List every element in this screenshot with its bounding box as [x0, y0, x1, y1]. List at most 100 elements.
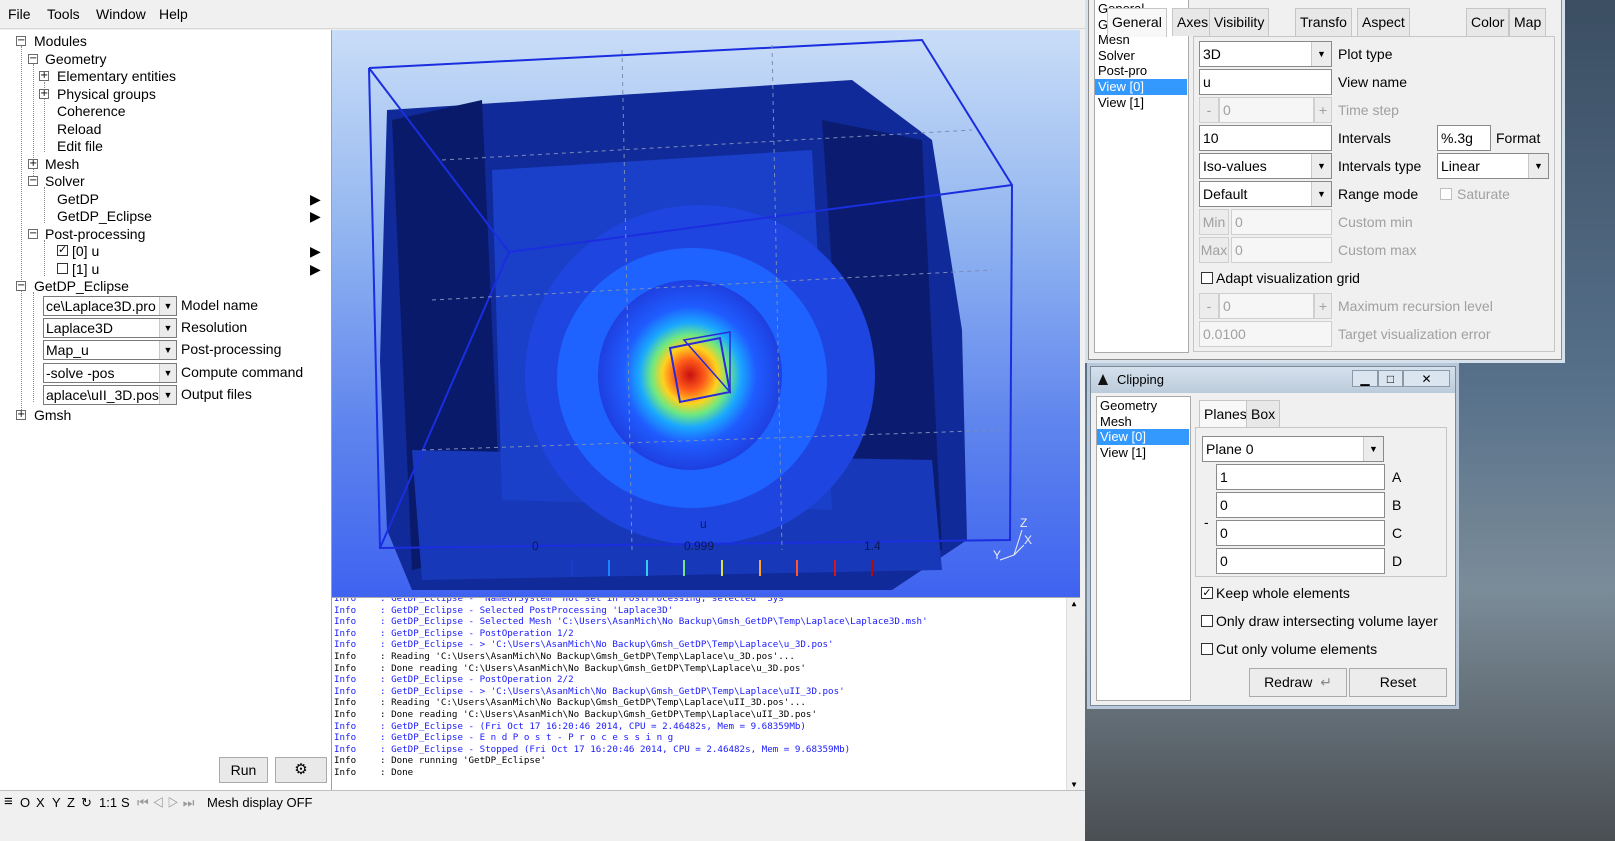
keep-whole-checkbox[interactable]: ✓ — [1201, 587, 1213, 599]
tree-edit-file[interactable]: Edit file — [57, 137, 103, 155]
recursion-increment-button[interactable]: + — [1314, 293, 1332, 319]
clipping-category-item[interactable]: View [1] — [1097, 445, 1189, 461]
model-name-select[interactable]: ce\Laplace3D.pro ▼ — [43, 296, 177, 316]
menu-file[interactable]: File — [8, 6, 31, 22]
only-intersecting-checkbox[interactable] — [1201, 615, 1213, 627]
expand-icon[interactable]: + — [28, 159, 38, 169]
scale-type-select[interactable]: Linear ▼ — [1437, 153, 1549, 179]
custom-max-input[interactable]: 0 — [1231, 237, 1332, 263]
menu-tools[interactable]: Tools — [47, 6, 80, 22]
time-step-increment-button[interactable]: + — [1314, 97, 1332, 123]
recursion-level-input[interactable]: 0 — [1219, 293, 1314, 319]
time-step-input[interactable]: 0 — [1219, 97, 1314, 123]
tab-visibility[interactable]: Visibility — [1209, 8, 1270, 36]
scroll-up-icon[interactable]: ▲ — [1068, 598, 1080, 610]
animation-controls-icons[interactable]: ⏮ ◁ ▷ ⏭ — [137, 795, 194, 811]
range-mode-select[interactable]: Default ▼ — [1199, 181, 1332, 207]
max-button[interactable]: Max — [1199, 237, 1229, 263]
rotate-icon[interactable]: ↻ — [81, 795, 92, 811]
view-reset-o-button[interactable]: O — [20, 795, 30, 810]
clipping-category-item[interactable]: Geometry — [1097, 398, 1189, 414]
close-button[interactable]: ✕ — [1403, 370, 1450, 387]
tab-color[interactable]: Color — [1466, 8, 1510, 36]
tab-axes[interactable]: Axes — [1172, 8, 1214, 36]
menu-window[interactable]: Window — [96, 6, 146, 22]
intervals-input[interactable]: 10 — [1199, 125, 1332, 151]
tab-transfo[interactable]: Transfo — [1295, 8, 1352, 36]
graphics-viewport[interactable]: u 0 0.999 1.4 Z Y X — [332, 30, 1080, 597]
view-0-checkbox[interactable]: ✓ — [57, 245, 68, 256]
console-scrollbar[interactable]: ▲ ▼ — [1066, 598, 1080, 790]
scroll-down-icon[interactable]: ▼ — [1068, 779, 1080, 790]
menu-toggle-icon[interactable]: ≡ — [4, 793, 13, 810]
expand-icon[interactable]: + — [39, 89, 49, 99]
submenu-arrow-icon[interactable]: ▶ — [310, 260, 321, 278]
clipping-category-item[interactable]: Mesh — [1097, 414, 1189, 430]
tree-reload[interactable]: Reload — [57, 120, 101, 138]
tree-view-1[interactable]: [1] u ▶ — [57, 260, 327, 278]
run-button[interactable]: Run — [219, 757, 268, 783]
coefficient-d-input[interactable]: 0 — [1216, 548, 1385, 574]
menu-help[interactable]: Help — [159, 6, 188, 22]
options-category-item[interactable]: View [0] — [1095, 79, 1187, 95]
tab-general[interactable]: General — [1107, 8, 1167, 37]
options-category-item[interactable]: View [1] — [1095, 95, 1187, 111]
plot-type-select[interactable]: 3D ▼ — [1199, 41, 1332, 67]
message-console[interactable]: Info: GetDP_Eclipse - 'NameOfSystem' not… — [332, 597, 1080, 790]
target-error-input[interactable]: 0.0100 — [1199, 321, 1332, 347]
tab-aspect[interactable]: Aspect — [1357, 8, 1410, 36]
tree-getdp[interactable]: GetDP ▶ — [57, 190, 327, 208]
submenu-arrow-icon[interactable]: ▶ — [310, 242, 321, 260]
view-x-button[interactable]: X — [36, 795, 45, 810]
scale-one-to-one-button[interactable]: 1:1 — [99, 795, 117, 810]
collapse-icon[interactable]: − — [16, 36, 26, 46]
coefficient-b-input[interactable]: 0 — [1216, 492, 1385, 518]
clipping-category-item[interactable]: View [0] — [1097, 429, 1189, 446]
collapse-icon[interactable]: − — [28, 229, 38, 239]
post-processing-select[interactable]: Map_u ▼ — [43, 340, 177, 360]
gear-icon[interactable]: ⚙ — [275, 757, 327, 783]
recursion-decrement-button[interactable]: - — [1199, 293, 1219, 319]
collapse-icon[interactable]: − — [28, 176, 38, 186]
collapse-icon[interactable]: − — [16, 281, 26, 291]
saturate-label: Saturate — [1457, 186, 1510, 202]
plane-select[interactable]: Plane 0 ▼ — [1202, 436, 1384, 462]
view-z-button[interactable]: Z — [67, 795, 75, 810]
saturate-checkbox[interactable] — [1440, 188, 1452, 200]
view-1-checkbox[interactable] — [57, 263, 68, 274]
tab-planes[interactable]: Planes — [1199, 400, 1252, 429]
submenu-arrow-icon[interactable]: ▶ — [310, 207, 321, 225]
view-y-button[interactable]: Y — [52, 795, 61, 810]
options-category-item[interactable]: Solver — [1095, 48, 1187, 64]
custom-min-input[interactable]: 0 — [1231, 209, 1332, 235]
clipping-title-bar[interactable]: Clipping ▁ □ ✕ — [1091, 367, 1455, 393]
redraw-button[interactable]: Redraw ↵ — [1249, 668, 1347, 697]
adapt-grid-checkbox[interactable] — [1201, 272, 1213, 284]
tree-view-0[interactable]: ✓ [0] u ▶ — [57, 242, 327, 260]
cut-only-volume-checkbox[interactable] — [1201, 643, 1213, 655]
options-category-item[interactable]: Post-pro — [1095, 63, 1187, 79]
reset-button[interactable]: Reset — [1349, 668, 1447, 697]
maximize-button[interactable]: □ — [1378, 370, 1403, 387]
collapse-icon[interactable]: − — [28, 54, 38, 64]
expand-icon[interactable]: + — [39, 71, 49, 81]
min-button[interactable]: Min — [1199, 209, 1229, 235]
coefficient-d-label: D — [1392, 553, 1403, 569]
tree-coherence[interactable]: Coherence — [57, 102, 126, 120]
time-step-decrement-button[interactable]: - — [1199, 97, 1219, 123]
view-name-input[interactable]: u — [1199, 69, 1332, 95]
submenu-arrow-icon[interactable]: ▶ — [310, 190, 321, 208]
tree-getdp-eclipse[interactable]: GetDP_Eclipse ▶ — [57, 207, 327, 225]
coefficient-c-input[interactable]: 0 — [1216, 520, 1385, 546]
tab-map[interactable]: Map — [1509, 8, 1547, 36]
output-files-select[interactable]: aplace\uII_3D.pos ▼ — [43, 385, 177, 405]
tab-box[interactable]: Box — [1246, 400, 1281, 428]
coefficient-a-input[interactable]: 1 — [1216, 464, 1385, 490]
resolution-select[interactable]: Laplace3D ▼ — [43, 318, 177, 338]
minimize-button[interactable]: ▁ — [1352, 370, 1378, 387]
intervals-type-select[interactable]: Iso-values ▼ — [1199, 153, 1332, 179]
format-input[interactable]: %.3g — [1437, 125, 1491, 151]
expand-icon[interactable]: + — [16, 410, 26, 420]
select-s-button[interactable]: S — [121, 795, 130, 810]
compute-command-select[interactable]: -solve -pos ▼ — [43, 363, 177, 383]
